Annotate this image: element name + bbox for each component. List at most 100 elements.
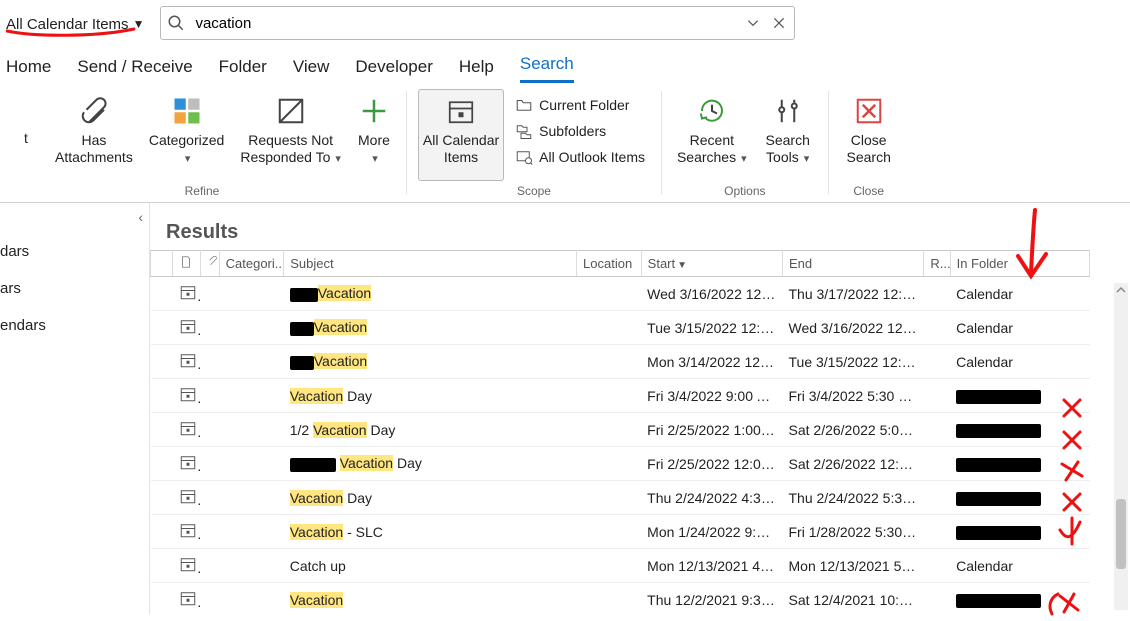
scrollbar-thumb[interactable] bbox=[1116, 499, 1126, 569]
calendar-item-icon bbox=[173, 379, 201, 413]
tab-help[interactable]: Help bbox=[459, 53, 494, 83]
table-row[interactable]: VacationWed 3/16/2022 12:00...Thu 3/17/2… bbox=[151, 277, 1090, 311]
cell-start: Fri 3/4/2022 9:00 AM bbox=[641, 379, 782, 413]
table-row[interactable]: 1/2 Vacation DayFri 2/25/2022 1:00 PMSat… bbox=[151, 413, 1090, 447]
tab-developer[interactable]: Developer bbox=[355, 53, 433, 83]
search-box[interactable] bbox=[160, 6, 795, 40]
search-scope-dropdown[interactable]: All Calendar Items ▼ bbox=[4, 12, 150, 35]
ribbon-tabs: Home Send / Receive Folder View Developer Hel… bbox=[0, 44, 1130, 83]
cell-start: Fri 2/25/2022 1:00 PM bbox=[641, 413, 782, 447]
has-attachments-button[interactable]: Has Attachments bbox=[50, 89, 138, 181]
col-attachment-icon[interactable] bbox=[201, 251, 219, 277]
cell-in-folder bbox=[950, 379, 1089, 413]
search-tools-button[interactable]: Search Tools ▾ bbox=[758, 89, 818, 181]
requests-not-responded-button[interactable]: Requests Not Responded To ▾ bbox=[235, 89, 346, 181]
cell-in-folder bbox=[950, 413, 1089, 447]
nav-item[interactable]: dars bbox=[0, 233, 149, 270]
cell-start: Mon 1/24/2022 9:00 ... bbox=[641, 515, 782, 549]
cell-in-folder bbox=[950, 515, 1089, 549]
search-input[interactable] bbox=[193, 11, 736, 36]
cell-end: Sat 12/4/2021 10:00 ... bbox=[783, 583, 924, 615]
tab-home[interactable]: Home bbox=[6, 53, 51, 83]
tab-folder[interactable]: Folder bbox=[219, 53, 267, 83]
navigation-pane[interactable]: ‹ darsarsendars bbox=[0, 203, 150, 614]
cell-subject: Vacation bbox=[284, 277, 577, 311]
nav-item[interactable]: endars bbox=[0, 307, 149, 344]
history-icon bbox=[695, 94, 729, 128]
table-row[interactable]: VacationThu 12/2/2021 9:30 A...Sat 12/4/… bbox=[151, 583, 1090, 615]
calendar-icon bbox=[444, 94, 478, 128]
group-label-refine: Refine bbox=[185, 182, 220, 202]
cell-start: Mon 12/13/2021 4:00... bbox=[641, 549, 782, 583]
recent-searches-button[interactable]: Recent Searches ▾ bbox=[672, 89, 752, 181]
close-search-button[interactable]: Close Search bbox=[839, 89, 899, 181]
table-row[interactable]: VacationTue 3/15/2022 12:00 ...Wed 3/16/… bbox=[151, 311, 1090, 345]
cell-in-folder: Calendar bbox=[950, 277, 1089, 311]
subfolders-icon bbox=[515, 122, 533, 140]
col-categories[interactable]: Categori... bbox=[219, 251, 284, 277]
col-location[interactable]: Location bbox=[577, 251, 642, 277]
results-table: Categori... Subject Location Start▼ End … bbox=[150, 250, 1090, 614]
search-history-dropdown[interactable] bbox=[744, 14, 762, 32]
col-type-icon[interactable] bbox=[173, 251, 201, 277]
cell-start: Thu 12/2/2021 9:30 A... bbox=[641, 583, 782, 615]
collapse-pane-icon[interactable]: ‹ bbox=[138, 209, 143, 225]
scroll-up-icon[interactable] bbox=[1114, 283, 1128, 297]
vertical-scrollbar[interactable] bbox=[1114, 283, 1128, 610]
cell-subject: Vacation Day bbox=[284, 447, 577, 481]
cell-in-folder bbox=[950, 481, 1089, 515]
cell-end: Sat 2/26/2022 12:00 ... bbox=[783, 447, 924, 481]
cell-subject: 1/2 Vacation Day bbox=[284, 413, 577, 447]
cell-end: Fri 1/28/2022 5:30 PM bbox=[783, 515, 924, 549]
calendar-item-icon bbox=[173, 345, 201, 379]
cell-subject: Vacation Day bbox=[284, 481, 577, 515]
subfolders-button[interactable]: Subfolders bbox=[510, 119, 650, 143]
cell-end: Fri 3/4/2022 5:30 PM bbox=[783, 379, 924, 413]
nav-item[interactable]: ars bbox=[0, 270, 149, 307]
table-row[interactable]: Vacation Day Thu 2/24/2022 4:30 A...Thu 2… bbox=[151, 481, 1090, 515]
chevron-down-icon: ▾ bbox=[372, 153, 378, 165]
table-row[interactable]: Vacation - SLCMon 1/24/2022 9:00 ...Fri … bbox=[151, 515, 1090, 549]
cell-in-folder bbox=[950, 447, 1089, 481]
tab-send-receive[interactable]: Send / Receive bbox=[77, 53, 192, 83]
cell-in-folder: Calendar bbox=[950, 311, 1089, 345]
tab-view[interactable]: View bbox=[293, 53, 330, 83]
clear-search-icon[interactable] bbox=[770, 14, 788, 32]
categorized-button[interactable]: Categorized▾ bbox=[144, 89, 230, 181]
col-blank[interactable] bbox=[151, 251, 173, 277]
paperclip-icon bbox=[77, 94, 111, 128]
table-row[interactable]: Catch upMon 12/13/2021 4:00...Mon 12/13/… bbox=[151, 549, 1090, 583]
partial-button[interactable]: t bbox=[8, 89, 44, 181]
more-button[interactable]: More▾ bbox=[352, 89, 396, 181]
table-row[interactable]: Vacation DayFri 2/25/2022 12:00 A...Sat … bbox=[151, 447, 1090, 481]
cell-start: Thu 2/24/2022 4:30 A... bbox=[641, 481, 782, 515]
cell-end: Mon 12/13/2021 5:00... bbox=[783, 549, 924, 583]
col-start[interactable]: Start▼ bbox=[641, 251, 782, 277]
calendar-item-icon bbox=[173, 549, 201, 583]
current-folder-button[interactable]: Current Folder bbox=[510, 93, 650, 117]
col-end[interactable]: End bbox=[783, 251, 924, 277]
calendar-item-icon bbox=[173, 447, 201, 481]
calendar-item-icon bbox=[173, 583, 201, 615]
search-icon bbox=[167, 14, 185, 32]
cell-in-folder bbox=[950, 583, 1089, 615]
group-label-close: Close bbox=[853, 182, 884, 202]
all-outlook-items-button[interactable]: All Outlook Items bbox=[510, 145, 650, 169]
cell-subject: Vacation bbox=[284, 311, 577, 345]
tab-search[interactable]: Search bbox=[520, 50, 574, 83]
box-diagonal-icon bbox=[274, 94, 308, 128]
ribbon: t Has Attachments Categorized▾ bbox=[0, 83, 1130, 203]
search-scope-label: All Calendar Items bbox=[6, 16, 129, 33]
chevron-down-icon: ▼ bbox=[133, 17, 145, 31]
table-row[interactable]: Vacation DayFri 3/4/2022 9:00 AMFri 3/4/… bbox=[151, 379, 1090, 413]
cell-start: Mon 3/14/2022 12:00... bbox=[641, 345, 782, 379]
col-recurrence[interactable]: R... bbox=[924, 251, 950, 277]
cell-end: Thu 2/24/2022 5:30 PM bbox=[783, 481, 924, 515]
cell-subject: Vacation bbox=[284, 345, 577, 379]
col-subject[interactable]: Subject bbox=[284, 251, 577, 277]
all-calendar-items-button[interactable]: All Calendar Items bbox=[418, 89, 504, 181]
col-in-folder[interactable]: In Folder bbox=[950, 251, 1089, 277]
table-row[interactable]: VacationMon 3/14/2022 12:00...Tue 3/15/2… bbox=[151, 345, 1090, 379]
column-headers[interactable]: Categori... Subject Location Start▼ End … bbox=[151, 251, 1090, 277]
results-pane: Results Categori... Subject Location bbox=[150, 203, 1130, 614]
